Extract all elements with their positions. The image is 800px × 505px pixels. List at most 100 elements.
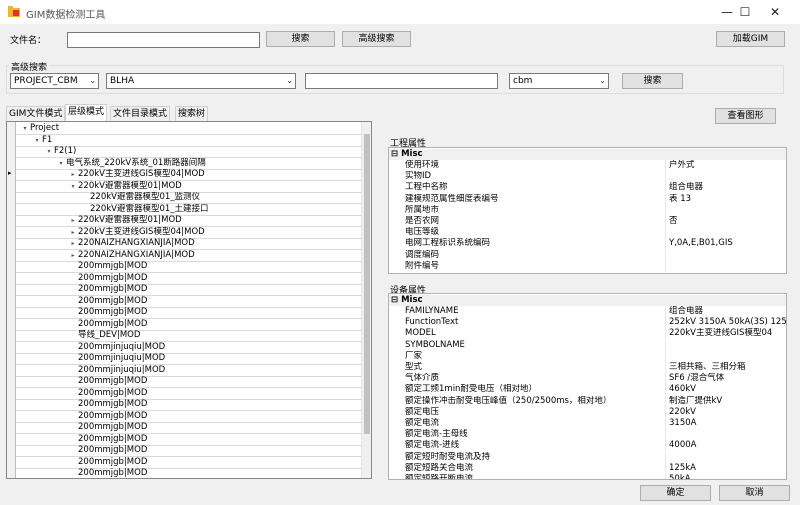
property-value[interactable] — [665, 249, 786, 261]
filename-input[interactable] — [67, 32, 260, 48]
value-combo[interactable]: BLHA ⌄ — [106, 73, 296, 89]
advanced-search-button[interactable]: 高级搜索 — [342, 31, 411, 47]
tree-scrollbar[interactable] — [361, 122, 371, 478]
tree-node[interactable]: ▸ 220kV避雷器模型01|MOD — [16, 215, 364, 227]
tab-directory-mode[interactable]: 文件目录模式 — [110, 106, 171, 121]
grid-category[interactable]: ⊟ Misc — [389, 295, 786, 306]
tree-node[interactable]: ▸ 220NAIZHANGXIANJIA|MOD — [16, 250, 364, 262]
expand-toggle-icon[interactable]: ▸ — [68, 169, 78, 180]
property-row[interactable]: SYMBOLNAME — [389, 339, 786, 351]
property-value[interactable] — [665, 429, 786, 441]
hierarchy-tree[interactable]: ▾ Project ▾ F1 ▾ F2(1) ▾ 电气系统_220kV系统_01断路器间隔 ▸ 2… — [6, 121, 372, 479]
view-graphics-button[interactable]: 查看图形 — [715, 108, 776, 124]
tree-node[interactable]: ▾ 220kV避雷器模型01|MOD — [16, 181, 364, 193]
property-row[interactable]: 附件编号 — [389, 260, 786, 272]
property-value[interactable]: 460kV — [665, 384, 786, 396]
collapse-toggle-icon[interactable]: ▾ — [68, 181, 78, 192]
property-value[interactable]: 252kV 3150A 50kA(3S) 125kA — [665, 317, 786, 329]
tree-node[interactable]: 200mmjinjuqiu|MOD — [16, 342, 364, 354]
tab-hierarchy-mode[interactable]: 层级模式 — [65, 104, 108, 122]
property-row[interactable]: 电压等级 — [389, 227, 786, 239]
tree-node[interactable]: ▸ 220kV主变进线GIS模型04|MOD — [16, 169, 364, 181]
property-row[interactable]: 额定工频1min耐受电压（相对地） 460kV — [389, 384, 786, 396]
property-value[interactable]: 户外式 — [665, 160, 786, 171]
equipment-property-grid[interactable]: ⊟ Misc FAMILYNAME 组合电器 FunctionText 252kV 3… — [388, 293, 787, 480]
property-row[interactable]: FAMILYNAME 组合电器 — [389, 306, 786, 317]
tree-node[interactable]: 200mmjgb|MOD — [16, 445, 364, 457]
tree-node[interactable]: ▸ 220NAIZHANGXIANJIA|MOD — [16, 238, 364, 250]
tree-node[interactable]: ▾ Project — [16, 123, 364, 135]
search-button[interactable]: 搜索 — [266, 31, 335, 47]
tree-node[interactable]: 200mmjgb|MOD — [16, 399, 364, 411]
property-row[interactable]: 调度编码 — [389, 249, 786, 261]
tree-node[interactable]: 200mmjgb|MOD — [16, 388, 364, 400]
property-row[interactable]: 建模规范属性细度表编号 表 13 — [389, 193, 786, 205]
property-value[interactable]: 3150A — [665, 418, 786, 429]
tree-node[interactable]: 导线_DEV|MOD — [16, 330, 364, 342]
tree-node[interactable]: 200mmjgb|MOD — [16, 296, 364, 308]
property-value[interactable]: 组合电器 — [665, 306, 786, 317]
property-value[interactable]: 表 13 — [665, 193, 786, 205]
collapse-toggle-icon[interactable]: ▾ — [44, 146, 54, 157]
tree-node[interactable]: 200mmjgb|MOD — [16, 457, 364, 469]
advanced-text-input[interactable] — [305, 73, 498, 89]
property-row[interactable]: 额定电压 220kV — [389, 406, 786, 418]
expand-toggle-icon[interactable]: ▸ — [68, 238, 78, 249]
expand-toggle-icon[interactable]: ▸ — [68, 215, 78, 226]
property-row[interactable]: 使用环境 户外式 — [389, 160, 786, 171]
load-gim-button[interactable]: 加载GIM — [716, 31, 785, 47]
property-value[interactable]: 50kA — [665, 474, 786, 479]
property-value[interactable] — [665, 227, 786, 239]
property-row[interactable]: 额定电流-进线 4000A — [389, 440, 786, 452]
property-row[interactable]: 实物ID — [389, 171, 786, 183]
tree-node[interactable]: ▸ 220kV主变进线GIS模型04|MOD — [16, 227, 364, 239]
property-value[interactable]: Y,0A,E,B01,GIS — [665, 238, 786, 250]
property-value[interactable]: 三相共箱、三相分箱 — [665, 362, 786, 373]
tree-node[interactable]: 200mmjgb|MOD — [16, 284, 364, 296]
tree-node[interactable]: 200mmjgb|MOD — [16, 411, 364, 423]
property-row[interactable]: 是否农网 否 — [389, 216, 786, 227]
maximize-button[interactable]: ☐ — [730, 0, 760, 24]
tree-node[interactable]: 200mmjinjuqiu|MOD — [16, 365, 364, 377]
property-value[interactable]: SF6 /混合气体 — [665, 373, 786, 385]
grid-category[interactable]: ⊟ Misc — [389, 149, 786, 160]
property-row[interactable]: 额定电流-主母线 — [389, 429, 786, 441]
property-value[interactable]: 220kV主变进线GIS模型04 — [665, 328, 786, 340]
property-row[interactable]: 电网工程标识系统编码 Y,0A,E,B01,GIS — [389, 238, 786, 250]
property-value[interactable] — [665, 260, 786, 272]
tree-node[interactable]: ▾ F2(1) — [16, 146, 364, 158]
field-combo[interactable]: PROJECT_CBM ⌄ — [10, 73, 99, 89]
property-row[interactable]: 所属地市 — [389, 204, 786, 216]
property-value[interactable] — [665, 204, 786, 216]
tree-node[interactable]: 200mmjgb|MOD — [16, 307, 364, 319]
expand-toggle-icon[interactable]: ▸ — [68, 227, 78, 238]
engineering-property-grid[interactable]: ⊟ Misc 使用环境 户外式 实物ID 工程中名称 组合电器 建模规范属性细度表编号 表 … — [388, 147, 787, 274]
tree-node[interactable]: ▾ 电气系统_220kV系统_01断路器间隔 — [16, 158, 364, 170]
extension-combo[interactable]: cbm ⌄ — [509, 73, 609, 89]
property-value[interactable]: 220kV — [665, 406, 786, 418]
property-value[interactable] — [665, 451, 786, 463]
property-row[interactable]: 额定短时耐受电流及持 — [389, 451, 786, 463]
property-row[interactable]: MODEL 220kV主变进线GIS模型04 — [389, 328, 786, 340]
collapse-toggle-icon[interactable]: ▾ — [32, 135, 42, 146]
tree-node[interactable]: 200mmjinjuqiu|MOD — [16, 353, 364, 365]
cancel-button[interactable]: 取消 — [719, 485, 790, 501]
property-row[interactable]: 额定操作冲击耐受电压峰值（250/2500ms，相对地） 制造厂提供kV — [389, 395, 786, 407]
tab-search-tree[interactable]: 搜索树 — [175, 106, 209, 121]
property-row[interactable]: 额定短路开断电流 50kA — [389, 474, 786, 479]
tree-node[interactable]: ▾ F1 — [16, 135, 364, 147]
tab-gim-file-mode[interactable]: GIM文件模式 — [6, 106, 66, 121]
property-row[interactable]: 厂家 — [389, 350, 786, 362]
property-value[interactable]: 125kA — [665, 462, 786, 474]
tree-node[interactable]: 200mmjgb|MOD — [16, 319, 364, 331]
close-button[interactable]: ✕ — [760, 0, 790, 24]
property-row[interactable]: FunctionText 252kV 3150A 50kA(3S) 125kA — [389, 317, 786, 329]
property-value[interactable] — [665, 339, 786, 351]
property-row[interactable]: 型式 三相共箱、三相分箱 — [389, 362, 786, 373]
tree-node[interactable]: 200mmjgb|MOD — [16, 434, 364, 446]
tree-node[interactable]: 200mmjgb|MOD — [16, 422, 364, 434]
tree-node[interactable]: 220kV避雷器模型01_土建接口 — [16, 204, 364, 216]
property-value[interactable]: 4000A — [665, 440, 786, 452]
property-row[interactable]: 工程中名称 组合电器 — [389, 182, 786, 194]
tree-node[interactable]: 200mmjgb|MOD — [16, 376, 364, 388]
